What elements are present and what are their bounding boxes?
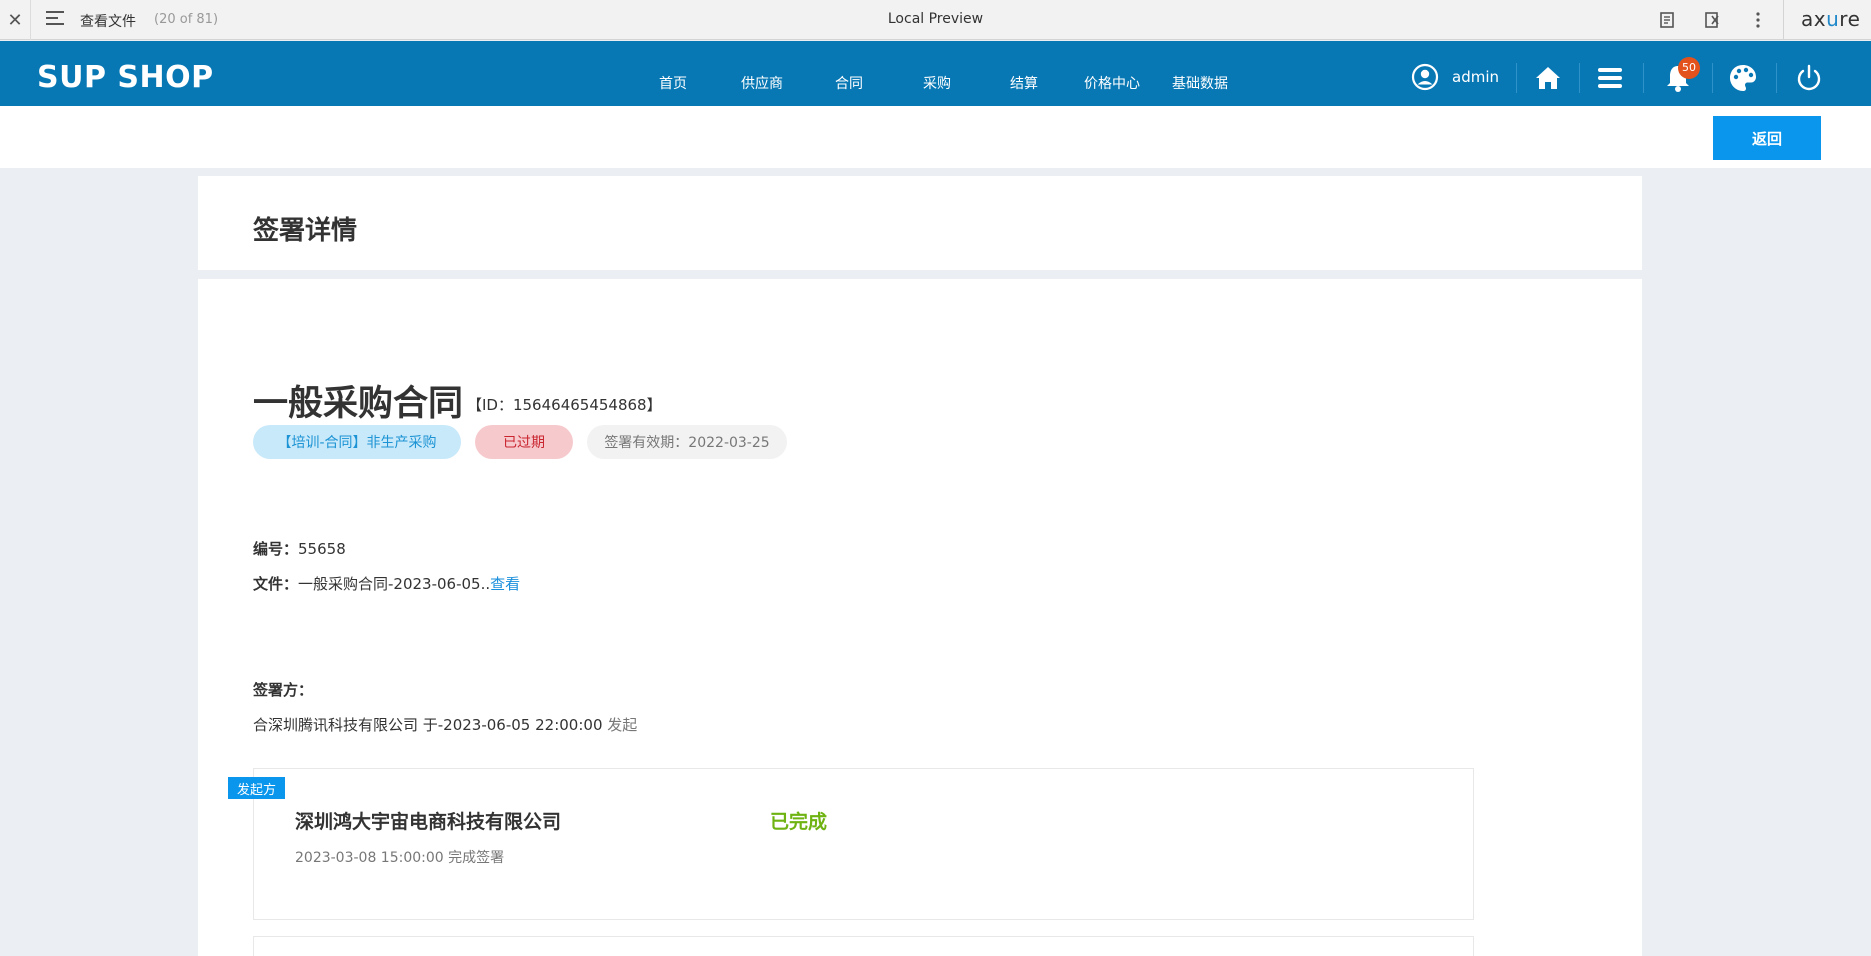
user-avatar-icon[interactable] [1411, 63, 1439, 91]
validity-tag: 签署有效期：2022-03-25 [587, 425, 787, 459]
signers-label: 签署方： [253, 681, 314, 699]
username[interactable]: admin [1452, 68, 1499, 86]
file-name: 一般采购合同-2023-06-05.. [298, 575, 491, 593]
signers-summary-action: 发起 [607, 716, 638, 734]
nav-basic-data[interactable]: 基础数据 [1172, 73, 1228, 93]
signer-name: 深圳鸿大宇宙电商科技有限公司 [295, 811, 562, 833]
signers-section: 签署方： [253, 679, 313, 700]
title-card: 签署详情 [198, 176, 1642, 270]
home-icon[interactable] [1533, 63, 1563, 93]
axure-preview-bar: ✕ 查看文件 (20 of 81) Local Preview axure [0, 0, 1871, 40]
divider [1516, 63, 1517, 93]
view-file-link[interactable]: 查看 [490, 575, 520, 593]
divider [1712, 63, 1713, 93]
action-bar: 返回 [0, 106, 1871, 168]
file-label: 文件： [253, 575, 299, 593]
sitemap-menu-icon[interactable] [46, 11, 64, 27]
signers-summary: 合深圳腾讯科技有限公司 于-2023-06-05 22:00:00 发起 [253, 714, 637, 735]
menu-icon[interactable] [1595, 63, 1625, 93]
signers-summary-text: 合深圳腾讯科技有限公司 于-2023-06-05 22:00:00 [253, 716, 608, 734]
number-value: 55658 [298, 540, 346, 558]
more-vertical-icon[interactable] [1748, 10, 1768, 30]
app-header: SUP SHOP 首页 供应商 合同 采购 结算 价格中心 基础数据 admin… [0, 41, 1871, 106]
number-label: 编号： [253, 540, 299, 558]
status-badge: 已过期 [475, 425, 573, 459]
palette-icon[interactable] [1728, 63, 1758, 93]
signer-card: 深圳鸿大宇宙电商科技有限公司 已完成 2023-03-08 15:00:00 完… [253, 768, 1474, 920]
close-icon[interactable]: ✕ [0, 0, 31, 40]
contract-id: 【ID：15646465454868】 [467, 396, 662, 414]
power-icon[interactable] [1794, 63, 1824, 93]
signer-status: 已完成 [770, 811, 828, 833]
divider [1579, 63, 1580, 93]
back-button[interactable]: 返回 [1713, 116, 1821, 160]
nav-supplier[interactable]: 供应商 [741, 73, 783, 93]
initiator-tag: 发起方 [228, 777, 285, 799]
nav-purchase[interactable]: 采购 [923, 73, 951, 93]
contract-title: 一般采购合同 [253, 384, 464, 424]
inspect-icon[interactable] [1703, 10, 1723, 30]
notes-icon[interactable] [1657, 10, 1677, 30]
nav-contract[interactable]: 合同 [835, 73, 863, 93]
divider [1643, 63, 1644, 93]
brand-logo[interactable]: SUP SHOP [37, 60, 214, 95]
nav-price-center[interactable]: 价格中心 [1084, 73, 1140, 93]
contract-file: 文件：一般采购合同-2023-06-05..查看 [253, 573, 520, 594]
page-count: (20 of 81) [154, 12, 219, 27]
nav-settlement[interactable]: 结算 [1010, 73, 1038, 93]
page-title: 签署详情 [253, 216, 358, 246]
notification-badge: 50 [1678, 57, 1700, 79]
signer-time: 2023-03-08 15:00:00 完成签署 [295, 850, 505, 866]
divider [1776, 63, 1777, 93]
axure-logo: axure [1783, 0, 1871, 40]
nav-home[interactable]: 首页 [659, 73, 687, 93]
signer-card-next [253, 936, 1474, 956]
page-name: 查看文件 [80, 14, 136, 30]
contract-number: 编号：55658 [253, 538, 346, 559]
window-title: Local Preview [887, 11, 984, 27]
signing-detail-card: 一般采购合同 【ID：15646465454868】 【培训-合同】非生产采购 … [198, 279, 1642, 956]
contract-type-tag: 【培训-合同】非生产采购 [253, 425, 461, 459]
